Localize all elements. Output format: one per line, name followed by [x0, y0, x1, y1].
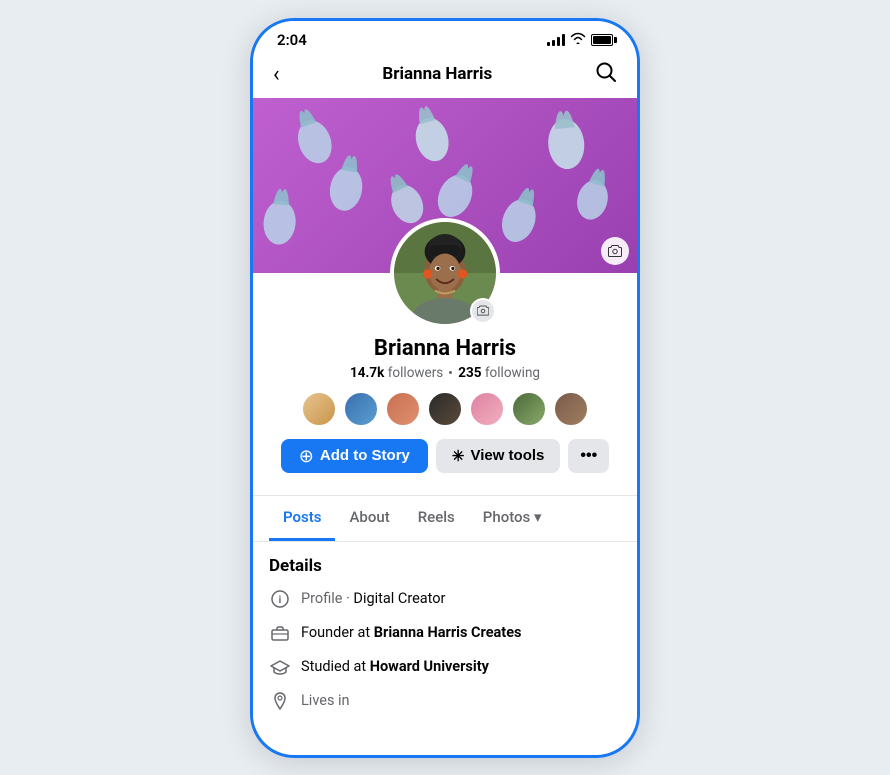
plus-icon: ⊕ [299, 447, 314, 465]
friend-avatar-7[interactable] [553, 391, 589, 427]
detail-row-education: Studied at Howard University [269, 656, 621, 678]
scroll-content: Brianna Harris 14.7k followers 235 follo… [253, 98, 637, 728]
tools-icon: ✳ [452, 447, 465, 465]
friend-avatar-6[interactable] [511, 391, 547, 427]
detail-work-text: Founder at Brianna Harris Creates [301, 624, 521, 641]
tab-photos[interactable]: Photos ▾ [469, 496, 556, 541]
friend-avatar-4[interactable] [427, 391, 463, 427]
friend-avatar-2[interactable] [343, 391, 379, 427]
avatar-container [390, 218, 500, 328]
add-to-story-button[interactable]: ⊕ Add to Story [281, 439, 428, 473]
profile-stats: 14.7k followers 235 following [350, 365, 540, 381]
details-title: Details [269, 556, 621, 576]
view-tools-button[interactable]: ✳ View tools [436, 439, 561, 473]
detail-education-text: Studied at Howard University [301, 658, 489, 675]
svg-text:i: i [279, 595, 282, 606]
detail-row-location: Lives in [269, 690, 621, 712]
following-count: 235 following [458, 365, 540, 381]
tab-about[interactable]: About [335, 496, 403, 541]
nav-bar: ‹ Brianna Harris [253, 55, 637, 98]
action-buttons: ⊕ Add to Story ✳ View tools ••• [253, 439, 637, 473]
friend-avatar-3[interactable] [385, 391, 421, 427]
nav-title: Brianna Harris [382, 64, 492, 84]
detail-location-text: Lives in [301, 692, 350, 709]
status-bar: 2:04 [253, 21, 637, 55]
search-button[interactable] [595, 61, 617, 88]
followers-count: 14.7k followers [350, 365, 443, 381]
friend-avatars-row [301, 391, 589, 427]
detail-row-work: Founder at Brianna Harris Creates [269, 622, 621, 644]
education-icon [269, 656, 291, 678]
tabs-bar: Posts About Reels Photos ▾ [253, 495, 637, 542]
status-time: 2:04 [277, 31, 307, 49]
friend-avatar-5[interactable] [469, 391, 505, 427]
avatar-camera-button[interactable] [470, 298, 496, 324]
battery-icon [591, 34, 613, 46]
phone-frame: 2:04 ‹ Brianna Harris [250, 18, 640, 758]
details-section: Details i Profile · Digital Creator [253, 542, 637, 728]
back-button[interactable]: ‹ [273, 62, 280, 87]
location-icon [269, 690, 291, 712]
signal-icon [547, 34, 565, 46]
tab-posts[interactable]: Posts [269, 496, 335, 541]
detail-role-text: Profile · Digital Creator [301, 590, 445, 607]
tab-reels[interactable]: Reels [404, 496, 469, 541]
friend-avatar-1[interactable] [301, 391, 337, 427]
profile-name: Brianna Harris [374, 336, 516, 361]
wifi-icon [570, 32, 586, 48]
more-options-button[interactable]: ••• [568, 439, 609, 473]
info-icon: i [269, 588, 291, 610]
profile-section: Brianna Harris 14.7k followers 235 follo… [253, 273, 637, 485]
detail-row-role: i Profile · Digital Creator [269, 588, 621, 610]
status-icons [547, 32, 613, 48]
cover-camera-button[interactable] [601, 237, 629, 265]
work-icon [269, 622, 291, 644]
stats-separator [449, 371, 452, 374]
